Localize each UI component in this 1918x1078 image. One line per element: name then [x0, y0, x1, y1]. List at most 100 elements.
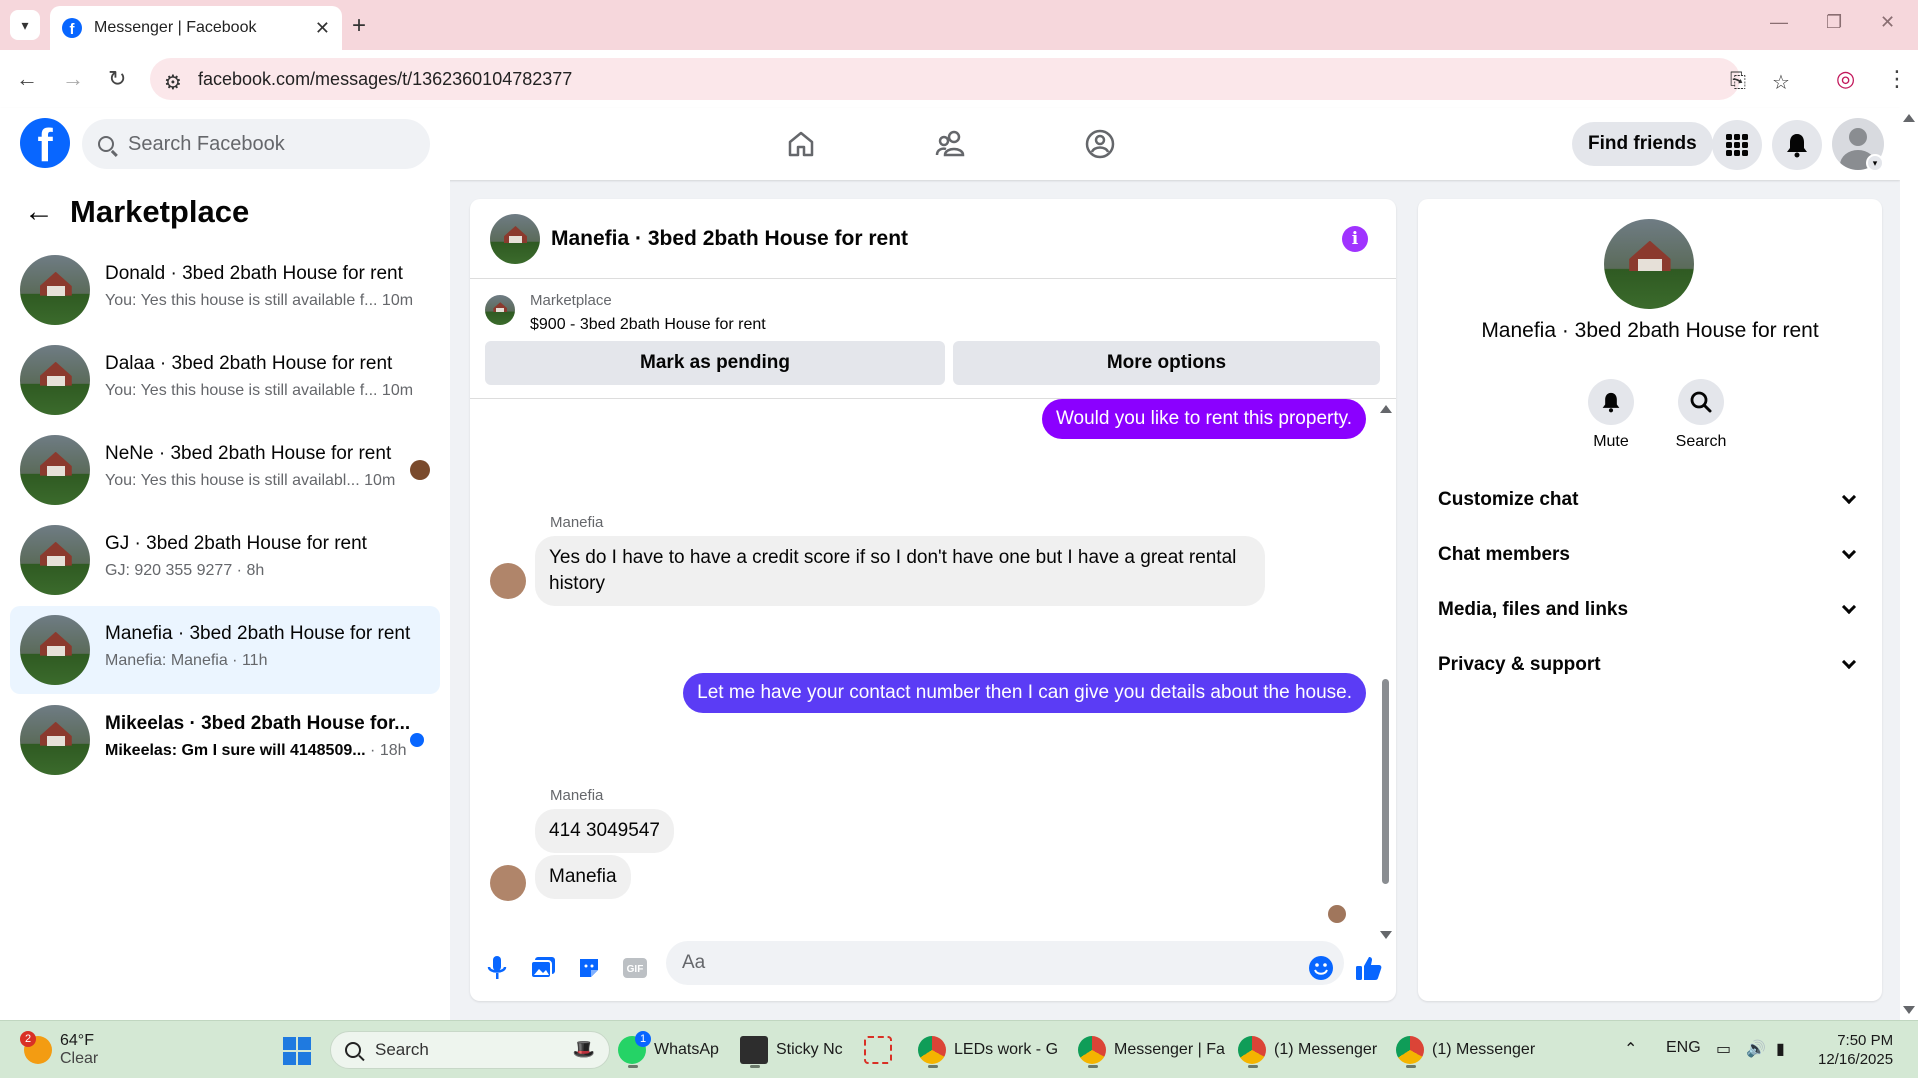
taskbar-search[interactable]: Search 🎩 [330, 1031, 610, 1069]
taskbar-snipping-tool[interactable] [864, 1031, 900, 1069]
chat-scrollbar[interactable] [1378, 399, 1392, 939]
notifications-button[interactable] [1772, 120, 1822, 170]
taskbar-whatsapp[interactable]: 1 WhatsAp [618, 1031, 719, 1069]
scroll-thumb[interactable] [1382, 679, 1389, 884]
scroll-up-arrow-icon[interactable] [1903, 114, 1915, 122]
conversation-name: NeNe · 3bed 2bath House for rent [105, 443, 392, 464]
home-nav-button[interactable] [781, 126, 821, 162]
sticker-button[interactable] [574, 953, 604, 983]
weather-desc: Clear [60, 1050, 99, 1067]
tab-search-menu[interactable]: ▾ [10, 10, 40, 40]
taskbar-chrome-messenger-2[interactable]: (1) Messenger [1238, 1031, 1377, 1069]
input-language[interactable]: ENG [1666, 1039, 1701, 1057]
menu-button[interactable] [1712, 120, 1762, 170]
conversation-info-panel: Manefia · 3bed 2bath House for rent Mute… [1418, 199, 1882, 1001]
like-button[interactable] [1354, 953, 1384, 983]
attach-photo-button[interactable] [528, 953, 558, 983]
info-icon[interactable]: i [1342, 226, 1368, 252]
friends-nav-button[interactable] [931, 126, 971, 162]
search-in-chat-button[interactable] [1678, 379, 1724, 425]
battery-icon[interactable]: ▮ [1776, 1039, 1785, 1059]
browser-tab-messenger[interactable]: f Messenger | Facebook ✕ [50, 6, 342, 50]
scroll-up-arrow-icon[interactable] [1380, 405, 1392, 413]
conversation-item-nene[interactable]: NeNe · 3bed 2bath House for rent You: Ye… [10, 426, 440, 514]
scroll-down-arrow-icon[interactable] [1380, 931, 1392, 939]
chat-listing-thumbnail[interactable] [490, 214, 540, 264]
scroll-down-arrow-icon[interactable] [1903, 1006, 1915, 1014]
mute-button[interactable] [1588, 379, 1634, 425]
emoji-button[interactable] [1306, 953, 1336, 983]
site-settings-icon[interactable]: ⚙ [164, 70, 182, 95]
voice-clip-button[interactable] [482, 953, 512, 983]
facebook-favicon-icon: f [62, 18, 82, 38]
taskbar-chrome-messenger[interactable]: Messenger | Fa [1078, 1031, 1225, 1069]
weather-sun-icon: 2 [20, 1031, 52, 1064]
close-tab-icon[interactable]: ✕ [315, 18, 330, 39]
page-scrollbar[interactable] [1900, 108, 1918, 1020]
minimize-icon[interactable]: — [1770, 12, 1788, 33]
facebook-logo-icon[interactable]: f [20, 118, 70, 168]
chevron-down-icon[interactable]: ▾ [1866, 154, 1884, 172]
url-omnibox[interactable]: ⚙ facebook.com/messages/t/13623601047823… [150, 58, 1790, 100]
close-window-icon[interactable]: ✕ [1880, 12, 1895, 33]
conversation-item-manefia[interactable]: Manefia · 3bed 2bath House for rent Mane… [10, 606, 440, 694]
windows-start-icon[interactable] [283, 1037, 311, 1065]
conversation-item-mikeelas[interactable]: Mikeelas · 3bed 2bath House for... Mikee… [10, 696, 440, 784]
tab-title: Messenger | Facebook [94, 19, 257, 36]
outgoing-message[interactable]: Let me have your contact number then I c… [683, 673, 1366, 713]
incoming-message[interactable]: 414 3049547 [535, 809, 674, 853]
clock-time: 7:50 PM [1837, 1032, 1894, 1049]
system-clock[interactable]: 7:50 PM 12/16/2025 [1818, 1031, 1893, 1069]
conversation-item-donald[interactable]: Donald · 3bed 2bath House for rent You: … [10, 246, 440, 334]
groups-nav-button[interactable] [1080, 126, 1120, 162]
listing-price-title[interactable]: $900 - 3bed 2bath House for rent [530, 316, 766, 334]
weather-widget[interactable]: 2 64°F Clear [20, 1031, 99, 1069]
mute-action[interactable]: Mute [1571, 379, 1651, 451]
forward-arrow-icon[interactable]: → [62, 66, 84, 92]
browser-menu-icon[interactable]: ⋮ [1886, 66, 1908, 92]
search-icon [98, 136, 114, 152]
sender-avatar[interactable] [490, 865, 526, 901]
taskbar-search-label: Search [375, 1040, 429, 1059]
facebook-search-box[interactable] [82, 119, 430, 169]
taskbar-chrome-messenger-3[interactable]: (1) Messenger [1396, 1031, 1535, 1069]
conversation-item-gj[interactable]: GJ · 3bed 2bath House for rent GJ: 920 3… [10, 516, 440, 604]
profile-icon[interactable]: ◎ [1836, 66, 1855, 92]
incoming-message[interactable]: Manefia [535, 855, 631, 899]
restore-icon[interactable]: ❐ [1826, 12, 1842, 33]
more-options-button[interactable]: More options [953, 341, 1380, 385]
chat-title[interactable]: Manefia · 3bed 2bath House for rent [551, 227, 908, 251]
find-friends-button[interactable]: Find friends [1572, 122, 1713, 166]
chat-members-row[interactable]: Chat members [1438, 535, 1862, 575]
message-input[interactable] [666, 941, 1344, 985]
back-arrow-icon[interactable]: ← [24, 195, 54, 229]
new-tab-button[interactable]: + [352, 12, 366, 40]
bookmark-star-icon[interactable]: ☆ [1772, 70, 1790, 95]
facebook-search-input[interactable] [128, 132, 408, 156]
microphone-icon [487, 956, 507, 979]
incoming-message[interactable]: Yes do I have to have a credit score if … [535, 536, 1265, 606]
listing-thumbnail-small[interactable] [485, 295, 515, 325]
outgoing-message[interactable]: Would you like to rent this property. [1041, 399, 1366, 439]
volume-icon[interactable]: 🔊 [1746, 1039, 1766, 1059]
listing-profile-thumbnail[interactable] [1604, 219, 1694, 309]
weather-badge: 2 [20, 1031, 36, 1047]
conversation-item-dalaa[interactable]: Dalaa · 3bed 2bath House for rent You: Y… [10, 336, 440, 424]
taskbar-sticky-notes[interactable]: Sticky Nc [740, 1031, 843, 1069]
network-icon[interactable]: ▭ [1716, 1039, 1731, 1059]
search-action[interactable]: Search [1661, 379, 1741, 451]
sender-avatar[interactable] [490, 563, 526, 599]
mark-as-pending-button[interactable]: Mark as pending [485, 341, 945, 385]
seen-avatar [410, 460, 430, 480]
gif-button[interactable]: GIF [620, 953, 650, 983]
taskbar-chrome-leds[interactable]: LEDs work - G [918, 1031, 1058, 1069]
reload-icon[interactable]: ↻ [108, 66, 126, 92]
show-hidden-icons-chevron-icon[interactable]: ⌃ [1624, 1039, 1637, 1059]
privacy-support-row[interactable]: Privacy & support [1438, 645, 1862, 685]
taskbar-label: LEDs work - G [954, 1041, 1059, 1058]
media-files-links-row[interactable]: Media, files and links [1438, 590, 1862, 630]
customize-chat-row[interactable]: Customize chat [1438, 480, 1862, 520]
back-arrow-icon[interactable]: ← [16, 66, 38, 92]
install-app-icon[interactable]: ⎘ [1730, 70, 1746, 93]
conversation-name: Mikeelas · 3bed 2bath House for... [105, 713, 411, 734]
